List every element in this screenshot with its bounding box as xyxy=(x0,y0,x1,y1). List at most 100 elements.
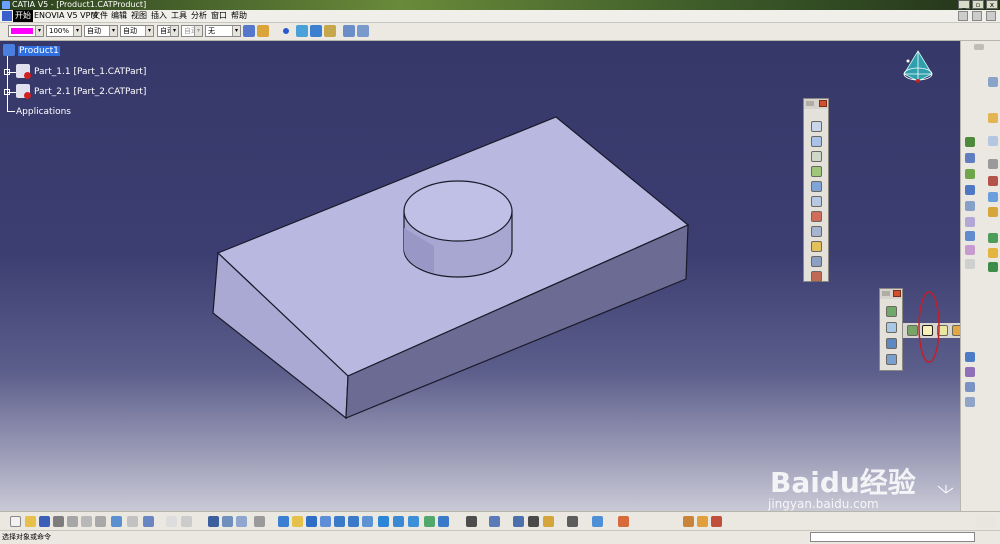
expand-toggle-icon[interactable] xyxy=(4,69,10,75)
photo-studio-icon[interactable] xyxy=(697,516,708,527)
product-icon[interactable] xyxy=(3,44,15,56)
swap-space-icon[interactable] xyxy=(438,516,449,527)
linetype-combo[interactable]: 自动 ▾ xyxy=(84,25,118,37)
zoom-in-icon[interactable] xyxy=(334,516,345,527)
redo-icon[interactable] xyxy=(127,516,138,527)
document-menu-icon[interactable] xyxy=(2,11,12,21)
distance-icon[interactable] xyxy=(965,382,975,392)
sectioning-icon[interactable] xyxy=(965,367,975,377)
offset-icon[interactable] xyxy=(886,354,897,365)
menu-file[interactable]: 文件 xyxy=(92,10,108,22)
new-component-icon[interactable] xyxy=(965,137,975,147)
manipulation-icon[interactable] xyxy=(988,136,998,146)
point-icon[interactable] xyxy=(283,28,289,34)
selective-load-icon[interactable] xyxy=(811,226,822,237)
clash-icon[interactable] xyxy=(965,352,975,362)
coincidence-icon[interactable] xyxy=(886,322,897,333)
properties-icon[interactable] xyxy=(257,25,269,37)
scene-icon[interactable] xyxy=(988,262,998,272)
menu-edit[interactable]: 编辑 xyxy=(111,10,127,22)
minimize-button[interactable]: _ xyxy=(958,0,970,9)
tree-item-part1[interactable]: Part_1.1 [Part_1.CATPart] xyxy=(34,67,146,77)
grip-icon[interactable] xyxy=(806,101,814,106)
part-icon[interactable] xyxy=(811,151,822,162)
measure-between-icon[interactable] xyxy=(513,516,524,527)
shading-icon[interactable] xyxy=(357,25,369,37)
toolbar-header[interactable] xyxy=(804,99,828,109)
constraint-icon[interactable] xyxy=(988,233,998,243)
snap-icon[interactable] xyxy=(988,192,998,202)
new-part-icon[interactable] xyxy=(965,169,975,179)
close-button[interactable]: x xyxy=(986,0,998,9)
knowledge-icon[interactable] xyxy=(236,516,247,527)
grid-icon[interactable] xyxy=(618,516,629,527)
open-icon[interactable] xyxy=(25,516,36,527)
curve-icon[interactable] xyxy=(296,25,308,37)
new-icon[interactable] xyxy=(10,516,21,527)
manage-representations-icon[interactable] xyxy=(811,241,822,252)
graph-icon[interactable] xyxy=(965,217,975,227)
measure-inertia-icon[interactable] xyxy=(543,516,554,527)
tree-item-applications[interactable]: Applications xyxy=(16,107,71,117)
menu-enovia[interactable]: ENOVIA V5 VPM xyxy=(34,10,97,22)
menu-analyze[interactable]: 分析 xyxy=(191,10,207,22)
fast-instantiation-icon[interactable] xyxy=(811,271,822,282)
color-combo[interactable]: ▾ xyxy=(8,25,44,37)
dmu-icon[interactable] xyxy=(711,516,722,527)
menu-view[interactable]: 视图 xyxy=(131,10,147,22)
close-icon[interactable] xyxy=(893,290,901,297)
toolbar-header[interactable] xyxy=(880,289,902,299)
zoom-out-icon[interactable] xyxy=(348,516,359,527)
replace-component-icon[interactable] xyxy=(811,181,822,192)
command-input[interactable] xyxy=(810,532,975,542)
graph-tree-icon[interactable] xyxy=(811,196,822,207)
opacity-combo[interactable]: 100% ▾ xyxy=(46,25,82,37)
quick-constraint-icon[interactable] xyxy=(952,325,960,336)
cut-icon[interactable] xyxy=(67,516,78,527)
clash-analysis-icon[interactable] xyxy=(567,516,578,527)
cylinder-top-face[interactable] xyxy=(403,180,513,242)
replace-icon[interactable] xyxy=(965,201,975,211)
fly-mode-icon[interactable] xyxy=(278,516,289,527)
tree-item-part2[interactable]: Part_2.1 [Part_2.CATPart] xyxy=(34,87,146,97)
grip-icon[interactable] xyxy=(882,291,890,296)
surface-icon[interactable] xyxy=(324,25,336,37)
doc-restore-button[interactable] xyxy=(972,11,982,21)
render-style-icon[interactable] xyxy=(466,516,477,527)
formula-icon[interactable] xyxy=(166,516,177,527)
scene-icon[interactable] xyxy=(222,516,233,527)
generate-numbering-icon[interactable] xyxy=(965,231,975,241)
paste-icon[interactable] xyxy=(95,516,106,527)
point-combo[interactable]: 自动 ▾ xyxy=(157,25,179,37)
copy-icon[interactable] xyxy=(81,516,92,527)
pan-icon[interactable] xyxy=(306,516,317,527)
layer-style-combo[interactable]: 自动 ▾ xyxy=(181,25,203,37)
existing-component-icon[interactable] xyxy=(811,166,822,177)
undo-icon[interactable] xyxy=(111,516,122,527)
doc-close-button[interactable] xyxy=(986,11,996,21)
catalog-icon[interactable] xyxy=(965,245,975,255)
contact-icon[interactable] xyxy=(886,338,897,349)
paintbrush-icon[interactable] xyxy=(243,25,255,37)
shading-mode-icon[interactable] xyxy=(408,516,419,527)
measure-item-icon[interactable] xyxy=(528,516,539,527)
smart-move-icon[interactable] xyxy=(988,207,998,217)
multi-instantiation-icon[interactable] xyxy=(811,256,822,267)
component-icon[interactable] xyxy=(811,121,822,132)
fit-all-icon[interactable] xyxy=(292,516,303,527)
toolbar-grip-icon[interactable] xyxy=(974,44,984,50)
thickness-combo[interactable]: 自动 ▾ xyxy=(120,25,154,37)
move-icon[interactable] xyxy=(988,159,998,169)
restore-button[interactable]: ▫ xyxy=(972,0,984,9)
layer-combo[interactable]: 无 ▾ xyxy=(205,25,241,37)
measure-icon[interactable] xyxy=(965,397,975,407)
tree-root-product[interactable]: Product1 xyxy=(18,46,60,56)
normal-view-icon[interactable] xyxy=(362,516,373,527)
existing-component-icon[interactable] xyxy=(965,185,975,195)
spline-icon[interactable] xyxy=(310,25,322,37)
numbering-icon[interactable] xyxy=(811,211,822,222)
new-product-icon[interactable] xyxy=(965,153,975,163)
compass-icon[interactable] xyxy=(903,50,933,83)
apply-material-icon[interactable] xyxy=(489,516,500,527)
hide-show-icon[interactable] xyxy=(424,516,435,527)
